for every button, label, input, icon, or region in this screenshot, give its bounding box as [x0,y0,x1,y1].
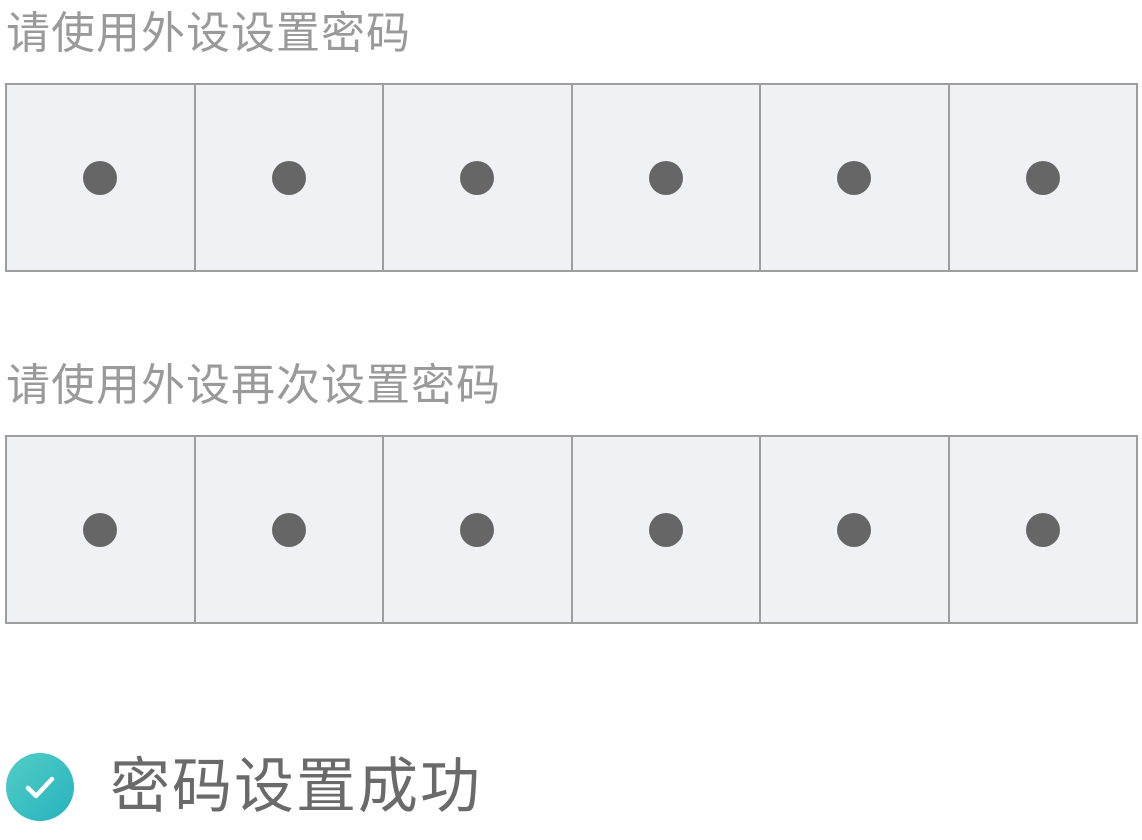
pin-cell [950,437,1137,622]
checkmark-icon [25,776,55,799]
pin-cell [196,85,384,270]
pin-dot-icon [1025,512,1060,547]
pin-dot-icon [837,512,872,547]
confirm-password-label: 请使用外设再次设置密码 [6,360,501,411]
pin-cell [573,437,761,622]
pin-dot-icon [83,160,118,195]
success-message: 密码设置成功 [6,752,482,822]
password-setup-page: 请使用外设设置密码 请使用外设再次设置密码 密码设置成功 [0,0,1142,840]
pin-cell [384,437,573,622]
pin-dot-icon [648,160,683,195]
pin-dot-icon [460,512,495,547]
first-password-label: 请使用外设设置密码 [6,8,411,59]
pin-dot-icon [837,160,872,195]
pin-cell [7,437,196,622]
success-text: 密码设置成功 [110,752,482,822]
pin-dot-icon [83,512,118,547]
pin-cell [384,85,573,270]
pin-dot-icon [271,512,306,547]
pin-dot-icon [648,512,683,547]
pin-cell [761,437,950,622]
pin-dot-icon [1025,160,1060,195]
pin-cell [950,85,1137,270]
pin-cell [573,85,761,270]
confirm-password-input[interactable] [5,435,1138,624]
pin-cell [7,85,196,270]
first-password-input[interactable] [5,83,1138,272]
pin-cell [196,437,384,622]
check-circle-icon [6,753,74,821]
pin-dot-icon [271,160,306,195]
pin-dot-icon [460,160,495,195]
pin-cell [761,85,950,270]
